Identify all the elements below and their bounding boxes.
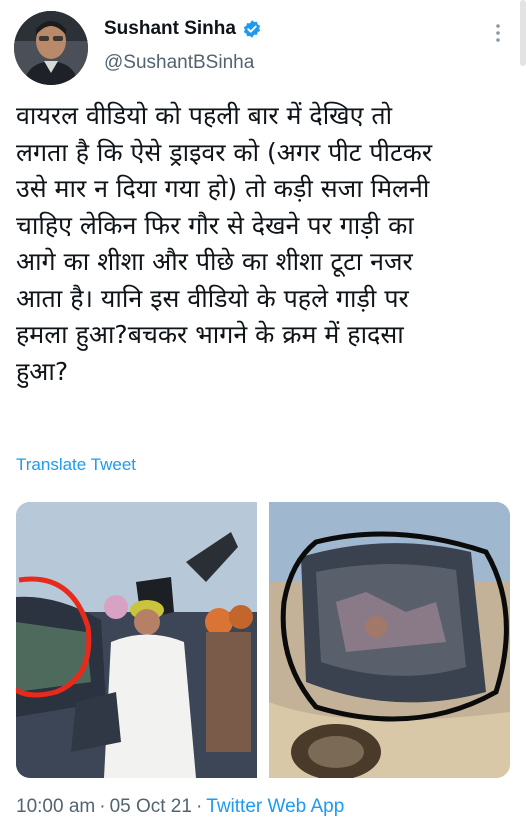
tweet-metadata: 10:00 am · 05 Oct 21 · Twitter Web App: [16, 796, 348, 818]
verified-badge-icon: [243, 20, 261, 38]
media-image-right[interactable]: [269, 502, 510, 778]
translate-tweet-link[interactable]: Translate Tweet: [16, 455, 136, 475]
tweet-date[interactable]: 05 Oct 21: [110, 796, 192, 818]
media-images: [16, 502, 510, 778]
tweet-media[interactable]: [16, 502, 510, 778]
tweet-time[interactable]: 10:00 am: [16, 796, 95, 818]
media-gap: [257, 502, 269, 778]
media-image-left[interactable]: [16, 502, 257, 778]
meta-separator: ·: [99, 796, 106, 817]
author-name[interactable]: Sushant Sinha: [104, 18, 236, 40]
avatar-image: [14, 11, 88, 85]
author-name-row[interactable]: Sushant Sinha: [104, 18, 262, 40]
author-handle[interactable]: @SushantBSinha: [104, 52, 254, 74]
scrollbar[interactable]: [520, 0, 526, 66]
avatar[interactable]: [14, 11, 88, 85]
meta-separator: ·: [195, 796, 203, 817]
more-options-icon[interactable]: [488, 20, 508, 46]
tweet-source-link[interactable]: Twitter Web App: [206, 796, 344, 818]
tweet-header: Sushant Sinha @SushantBSinha: [0, 0, 526, 95]
tweet-text: वायरल वीडियो को पहली बार में देखिए तो लग…: [16, 101, 433, 386]
